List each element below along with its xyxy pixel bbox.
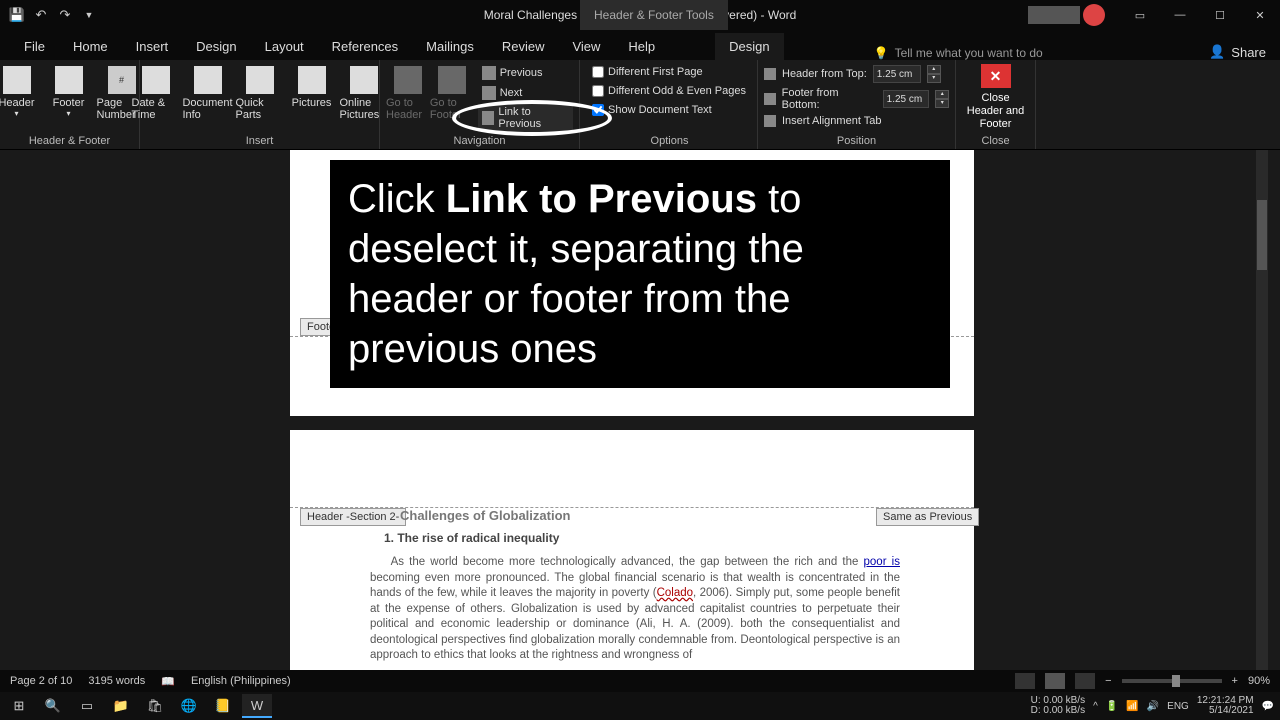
- task-view-icon[interactable]: ▭: [72, 694, 102, 718]
- group-insert: Insert: [246, 135, 274, 147]
- keyboard-lang[interactable]: ENG: [1167, 701, 1189, 712]
- battery-icon[interactable]: 🔋: [1106, 701, 1118, 712]
- pictures-button[interactable]: Pictures: [288, 64, 336, 121]
- tab-insert[interactable]: Insert: [122, 33, 183, 60]
- footer-bottom-icon: [764, 93, 776, 105]
- tab-file[interactable]: File: [10, 33, 59, 60]
- close-window-icon[interactable]: ✕: [1240, 0, 1280, 30]
- wifi-icon[interactable]: 📶: [1126, 701, 1138, 712]
- save-icon[interactable]: 💾: [8, 6, 26, 24]
- volume-icon[interactable]: 🔊: [1147, 701, 1159, 712]
- undo-icon[interactable]: ↶: [32, 6, 50, 24]
- store-icon[interactable]: 🛍: [140, 694, 170, 718]
- status-words[interactable]: 3195 words: [88, 675, 145, 687]
- footer-from-bottom-input[interactable]: 1.25 cm: [883, 90, 930, 108]
- status-page[interactable]: Page 2 of 10: [10, 675, 72, 687]
- share-label: Share: [1231, 45, 1266, 60]
- status-language[interactable]: English (Philippines): [191, 675, 291, 687]
- footer-spinner[interactable]: ▴▾: [935, 90, 949, 108]
- redo-icon[interactable]: ↷: [56, 6, 74, 24]
- footer-from-bottom-label: Footer from Bottom:: [782, 87, 877, 111]
- doc-subheading: 1. The rise of radical inequality: [384, 531, 900, 545]
- web-layout-icon[interactable]: [1075, 673, 1095, 689]
- word-taskbar-icon[interactable]: W: [242, 694, 272, 718]
- footer-button[interactable]: Footer▾: [45, 64, 93, 121]
- date-time-button[interactable]: Date & Time: [132, 64, 180, 121]
- zoom-level[interactable]: 90%: [1248, 675, 1270, 687]
- doc-body-text[interactable]: As the world become more technologically…: [370, 555, 900, 664]
- tab-design-hf[interactable]: Design: [715, 33, 783, 60]
- group-header-footer: Header & Footer: [29, 135, 110, 147]
- header-from-top-label: Header from Top:: [782, 68, 867, 80]
- search-icon[interactable]: 🔍: [38, 694, 68, 718]
- quick-parts-button[interactable]: Quick Parts: [236, 64, 284, 121]
- header-top-icon: [764, 68, 776, 80]
- contextual-tab-label: Header & Footer Tools: [580, 0, 728, 30]
- next-button[interactable]: Next: [478, 84, 573, 102]
- net-speed: U: 0.00 kB/s D: 0.00 kB/s: [1031, 696, 1085, 716]
- user-avatar-icon[interactable]: [1083, 4, 1105, 26]
- header-button[interactable]: Header▾: [0, 64, 41, 121]
- start-button[interactable]: ⊞: [4, 694, 34, 718]
- read-mode-icon[interactable]: [1015, 673, 1035, 689]
- goto-header-button: Go to Header: [386, 64, 430, 132]
- spellcheck-icon[interactable]: 📖: [161, 675, 175, 688]
- clock[interactable]: 12:21:24 PM 5/14/2021: [1197, 696, 1254, 716]
- tab-mailings[interactable]: Mailings: [412, 33, 488, 60]
- tab-design-main[interactable]: Design: [182, 33, 250, 60]
- instruction-overlay: Click Link to Previous to deselect it, s…: [330, 160, 950, 388]
- zoom-slider[interactable]: [1122, 679, 1222, 683]
- tab-home[interactable]: Home: [59, 33, 122, 60]
- previous-button[interactable]: Previous: [478, 64, 573, 82]
- app-icon-1[interactable]: 📒: [208, 694, 238, 718]
- group-position: Position: [837, 135, 876, 147]
- group-options: Options: [651, 135, 689, 147]
- group-close: Close: [981, 135, 1009, 147]
- link-to-previous-button[interactable]: Link to Previous: [478, 104, 573, 132]
- header-from-top-input[interactable]: 1.25 cm: [873, 65, 921, 83]
- minimize-icon[interactable]: —: [1160, 0, 1200, 30]
- tab-view[interactable]: View: [558, 33, 614, 60]
- qat-dropdown-icon[interactable]: ▼: [80, 6, 98, 24]
- close-header-footer-button[interactable]: ✕ Close Header and Footer: [962, 64, 1029, 132]
- tab-review[interactable]: Review: [488, 33, 559, 60]
- tell-me-search[interactable]: 💡 Tell me what you want to do: [874, 46, 1043, 60]
- tab-layout[interactable]: Layout: [251, 33, 318, 60]
- insert-alignment-tab-button[interactable]: Insert Alignment Tab: [764, 114, 949, 128]
- share-button[interactable]: 👤 Share: [1209, 44, 1266, 60]
- print-layout-icon[interactable]: [1045, 673, 1065, 689]
- header-spinner[interactable]: ▴▾: [927, 65, 941, 83]
- zoom-in-button[interactable]: +: [1232, 675, 1238, 687]
- document-info-button[interactable]: Document Info: [184, 64, 232, 121]
- account-name-redacted: [1028, 6, 1080, 24]
- different-first-page-checkbox[interactable]: Different First Page: [588, 64, 750, 80]
- different-odd-even-checkbox[interactable]: Different Odd & Even Pages: [588, 83, 750, 99]
- zoom-out-button[interactable]: −: [1105, 675, 1111, 687]
- vertical-scrollbar[interactable]: [1256, 150, 1268, 692]
- group-navigation: Navigation: [454, 135, 506, 147]
- doc-heading: Challenges of Globalization: [400, 508, 900, 523]
- maximize-icon[interactable]: ☐: [1200, 0, 1240, 30]
- close-x-icon: ✕: [981, 64, 1011, 88]
- scrollbar-thumb[interactable]: [1257, 200, 1267, 270]
- goto-footer-button: Go to Footer: [430, 64, 474, 132]
- tray-chevron-icon[interactable]: ^: [1093, 701, 1098, 712]
- show-document-text-checkbox[interactable]: Show Document Text: [588, 102, 750, 118]
- file-explorer-icon[interactable]: 📁: [106, 694, 136, 718]
- tab-references[interactable]: References: [318, 33, 412, 60]
- notifications-icon[interactable]: 💬: [1262, 701, 1274, 712]
- tab-help[interactable]: Help: [614, 33, 669, 60]
- tell-me-placeholder: Tell me what you want to do: [895, 46, 1043, 60]
- edge-icon[interactable]: 🌐: [174, 694, 204, 718]
- ribbon-options-icon[interactable]: ▭: [1120, 0, 1160, 30]
